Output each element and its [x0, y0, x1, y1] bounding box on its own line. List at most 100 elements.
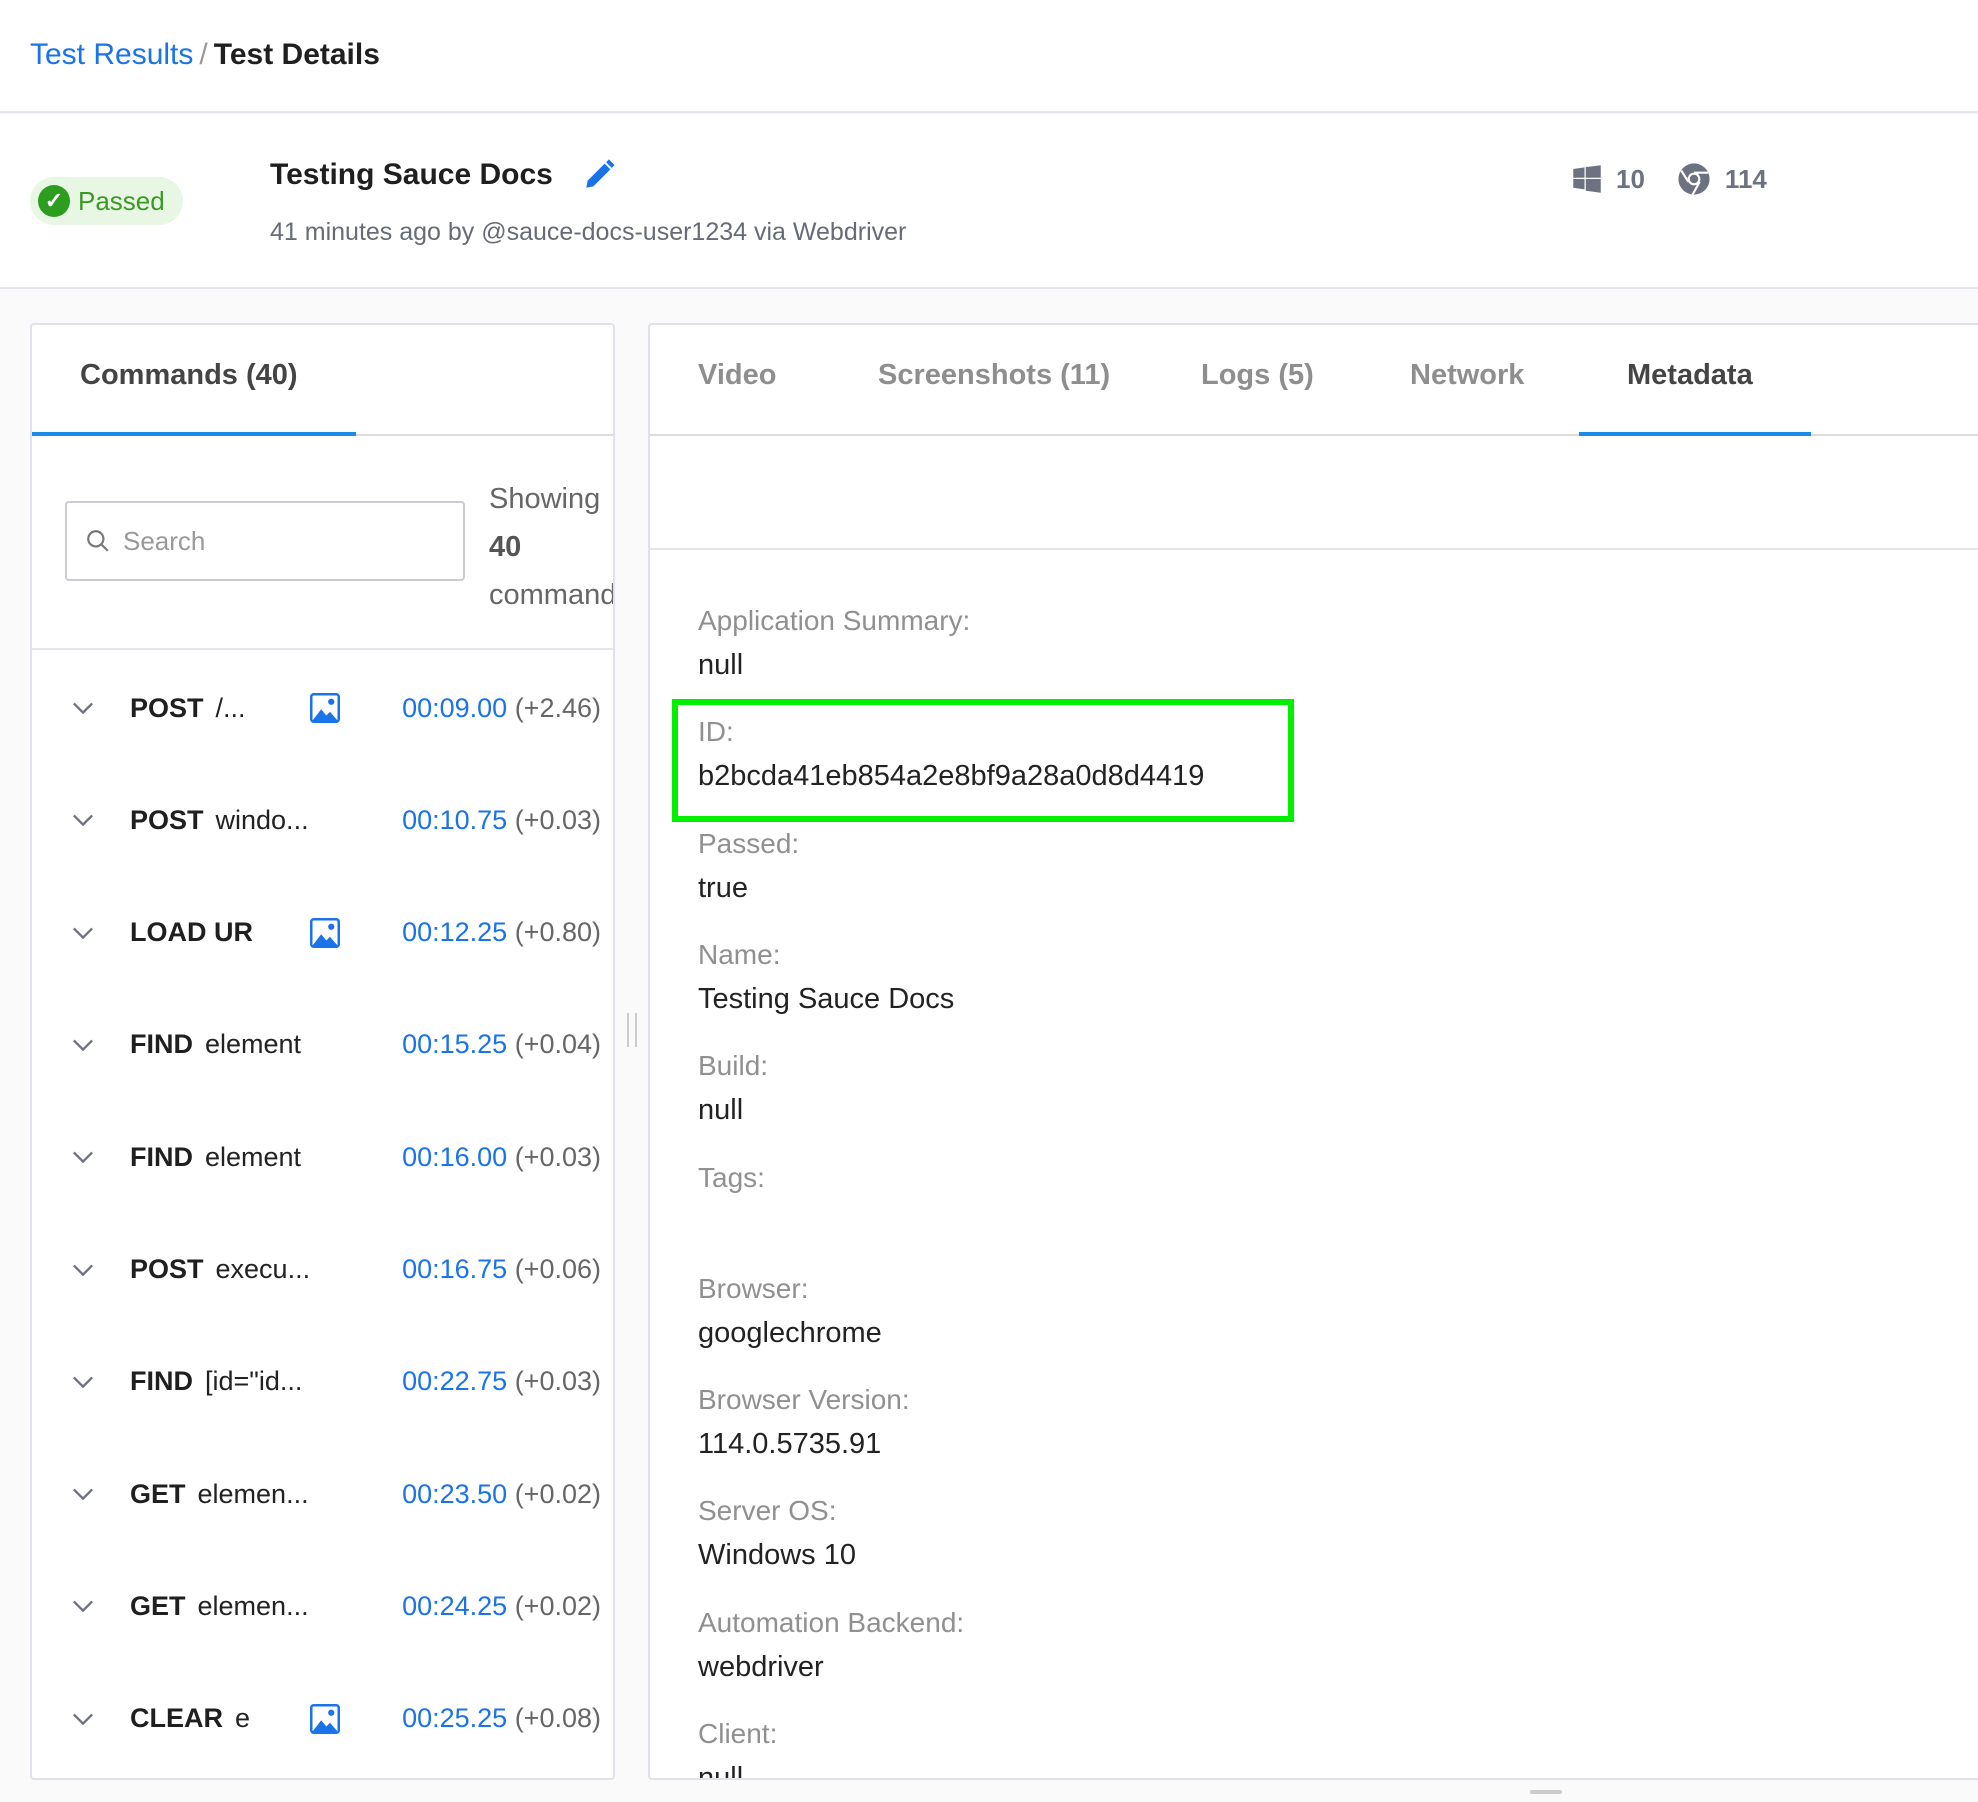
search-field[interactable]	[65, 501, 465, 581]
command-method: GET elemen...	[130, 1478, 309, 1509]
breadcrumb-test-results-link[interactable]: Test Results	[30, 38, 193, 71]
command-delta: (+0.03)	[514, 1141, 601, 1172]
tab-logs[interactable]: Logs (5)	[1201, 359, 1314, 392]
command-time[interactable]: 00:23.50 (+0.02)	[402, 1479, 601, 1510]
command-row[interactable]: POST execu... 00:16.75 (+0.06)	[32, 1240, 613, 1300]
chevron-down-icon[interactable]	[72, 1034, 94, 1056]
tab-video[interactable]: Video	[698, 359, 776, 392]
command-arg: elemen...	[197, 1590, 309, 1621]
command-row[interactable]: POST/... 00:09.00 (+2.46)	[32, 678, 613, 738]
metadata-value	[698, 1206, 765, 1250]
command-delta: (+0.06)	[514, 1254, 601, 1284]
chevron-down-icon[interactable]	[72, 922, 94, 944]
command-timestamp[interactable]: 00:22.75	[402, 1366, 507, 1396]
screenshot-icon[interactable]	[310, 1703, 340, 1734]
tab-commands[interactable]: Commands (40)	[80, 359, 298, 392]
command-method: FIND [id="id...	[130, 1366, 303, 1397]
command-row[interactable]: POST windo... 00:10.75 (+0.03)	[32, 790, 613, 850]
details-panel: Video Screenshots (11) Logs (5) Network Meta…	[648, 323, 1978, 1780]
metadata-item: Server OS: Windows 10	[698, 1495, 856, 1583]
commands-panel: Commands (40) Showing 40 commands POST/.…	[30, 323, 615, 1780]
metadata-item: Automation Backend: webdriver	[698, 1607, 964, 1695]
command-timestamp[interactable]: 00:16.75	[402, 1254, 507, 1284]
command-time[interactable]: 00:10.75 (+0.03)	[402, 805, 601, 836]
command-row[interactable]: CLEAR e 00:25.25 (+0.08)	[32, 1689, 613, 1749]
test-header: ✓ Passed Testing Sauce Docs 41 minutes a…	[0, 114, 1978, 289]
command-row[interactable]: FIND [id="id... 00:22.75 (+0.03)	[32, 1352, 613, 1412]
command-arg: element	[205, 1141, 302, 1172]
command-row[interactable]: LOAD UR 00:12.25 (+0.80)	[32, 903, 613, 963]
metadata-item: Passed: true	[698, 828, 799, 916]
tab-metadata[interactable]: Metadata	[1627, 359, 1753, 392]
command-delta: (+0.03)	[514, 804, 601, 835]
tab-underline	[1579, 432, 1811, 436]
command-timestamp[interactable]: 00:25.25	[402, 1703, 507, 1733]
metadata-label: Name:	[698, 938, 781, 970]
chevron-down-icon[interactable]	[72, 697, 94, 719]
breadcrumb-separator: /	[199, 38, 208, 71]
command-timestamp[interactable]: 00:23.50	[402, 1479, 507, 1509]
panel-resize-handle[interactable]	[627, 1013, 637, 1047]
command-method: FIND element	[130, 1029, 302, 1060]
search-input[interactable]	[123, 525, 423, 557]
command-arg: e	[235, 1703, 251, 1734]
pencil-icon[interactable]	[582, 158, 616, 192]
commands-tabbar: Commands (40)	[32, 325, 613, 436]
showing-number: 40	[489, 531, 522, 563]
breadcrumb: Test Results / Test Details	[30, 38, 380, 72]
bottom-resize-handle[interactable]	[1530, 1790, 1562, 1794]
chevron-down-icon[interactable]	[72, 1595, 94, 1617]
chevron-down-icon[interactable]	[72, 809, 94, 831]
command-time[interactable]: 00:16.00 (+0.03)	[402, 1142, 601, 1173]
command-row[interactable]: GET elemen... 00:24.25 (+0.02)	[32, 1576, 613, 1636]
command-arg: windo...	[215, 804, 309, 835]
metadata-value: 114.0.5735.91	[698, 1428, 882, 1461]
chevron-down-icon[interactable]	[72, 1259, 94, 1281]
command-row[interactable]: FIND element 00:15.25 (+0.04)	[32, 1015, 613, 1075]
status-badge: ✓ Passed	[30, 177, 183, 225]
command-timestamp[interactable]: 00:12.25	[402, 917, 507, 947]
command-delta: (+0.04)	[514, 1029, 601, 1060]
command-time[interactable]: 00:15.25 (+0.04)	[402, 1029, 601, 1060]
command-timestamp[interactable]: 00:09.00	[402, 693, 507, 723]
command-timestamp[interactable]: 00:10.75	[402, 805, 507, 835]
metadata-label: Automation Backend:	[698, 1606, 965, 1638]
metadata-item: Tags:	[698, 1162, 765, 1250]
command-time[interactable]: 00:24.25 (+0.02)	[402, 1591, 601, 1622]
chevron-down-icon[interactable]	[72, 1146, 94, 1168]
metadata-item: Browser: googlechrome	[698, 1273, 882, 1361]
top-bar: Test Results / Test Details	[0, 0, 1978, 113]
search-icon	[87, 530, 109, 552]
command-row[interactable]: GET elemen... 00:23.50 (+0.02)	[32, 1464, 613, 1524]
metadata-value: null	[698, 1094, 744, 1127]
command-timestamp[interactable]: 00:15.25	[402, 1029, 507, 1059]
metadata-label: Passed:	[698, 827, 800, 859]
screenshot-icon[interactable]	[310, 693, 340, 723]
command-row[interactable]: FIND element 00:16.00 (+0.03)	[32, 1127, 613, 1187]
command-time[interactable]: 00:16.75 (+0.06)	[402, 1254, 601, 1285]
command-method: POST windo...	[130, 804, 309, 835]
metadata-label: Build:	[698, 1050, 769, 1082]
command-arg: /...	[215, 692, 246, 723]
chevron-down-icon[interactable]	[72, 1371, 94, 1393]
chevron-down-icon[interactable]	[72, 1483, 94, 1505]
check-circle-icon: ✓	[38, 185, 70, 217]
command-time[interactable]: 00:09.00 (+2.46)	[402, 693, 601, 724]
metadata-item: Client: null	[698, 1718, 777, 1780]
command-time[interactable]: 00:22.75 (+0.03)	[402, 1366, 601, 1397]
screenshot-icon[interactable]	[310, 917, 340, 948]
metadata-value: webdriver	[698, 1650, 824, 1683]
chevron-down-icon[interactable]	[72, 1708, 94, 1730]
metadata-item: Build: null	[698, 1050, 768, 1138]
command-timestamp[interactable]: 00:24.25	[402, 1591, 507, 1621]
browser-version: 114	[1724, 163, 1767, 194]
metadata-value: null	[698, 1762, 744, 1780]
command-delta: (+0.80)	[514, 917, 601, 948]
command-time[interactable]: 00:12.25 (+0.80)	[402, 917, 601, 948]
command-timestamp[interactable]: 00:16.00	[402, 1142, 507, 1172]
tab-network[interactable]: Network	[1410, 359, 1524, 392]
tab-screenshots[interactable]: Screenshots (11)	[878, 359, 1110, 392]
command-time[interactable]: 00:25.25 (+0.08)	[402, 1703, 601, 1734]
command-arg: element	[205, 1029, 302, 1060]
divider	[32, 648, 613, 650]
